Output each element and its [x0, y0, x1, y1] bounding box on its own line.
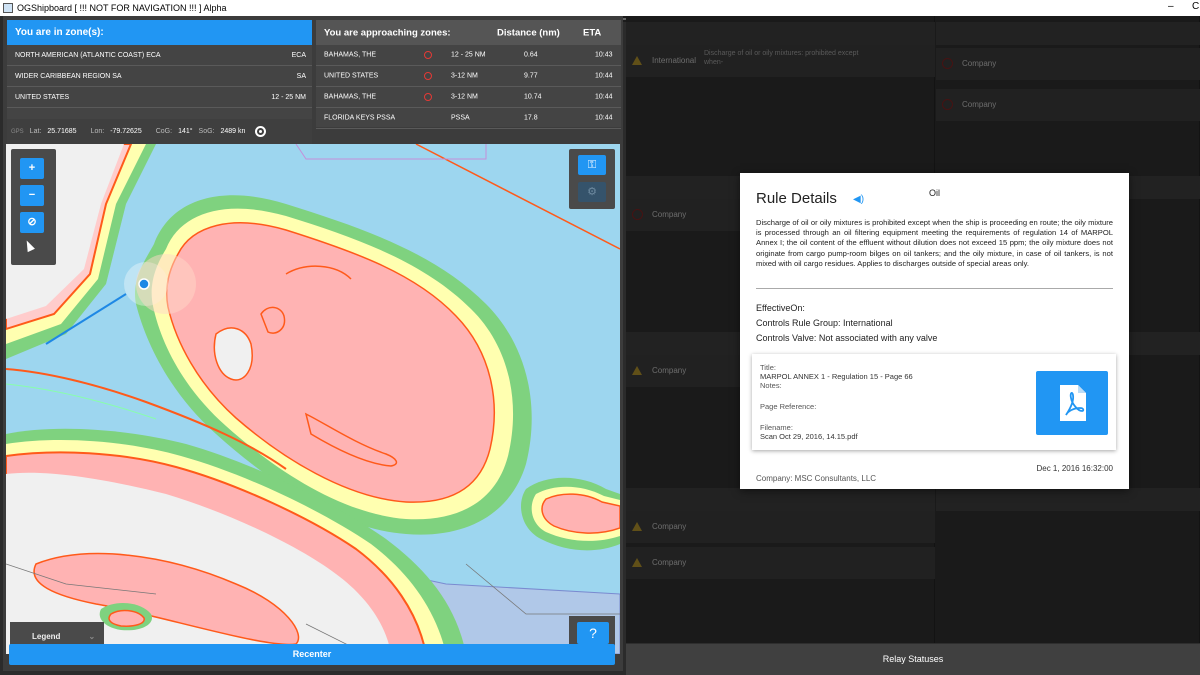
open-pdf-button[interactable] — [1036, 371, 1108, 435]
zone-row: WIDER CARIBBEAN REGION SA SA — [7, 66, 312, 87]
help-button[interactable]: ? — [577, 622, 609, 644]
controls-rule-group: Controls Rule Group: International — [756, 318, 893, 328]
window-titlebar: OGShipboard [ !!! NOT FOR NAVIGATION !!!… — [0, 0, 1200, 16]
recenter-button[interactable]: Recenter — [9, 644, 615, 665]
minimize-button[interactable]: – — [1168, 1, 1174, 12]
rule-date: Dec 1, 2016 16:32:00 — [1036, 464, 1113, 473]
location-target-icon[interactable] — [255, 126, 267, 137]
zoom-in-icon[interactable]: + — [20, 158, 44, 179]
window-title: OGShipboard [ !!! NOT FOR NAVIGATION !!!… — [17, 3, 227, 13]
gear-icon[interactable]: ⚙ — [578, 182, 606, 202]
close-button[interactable]: C — [1192, 1, 1199, 12]
chevron-down-icon: ⌄ — [88, 631, 96, 641]
speaker-icon[interactable]: ◀) — [853, 194, 864, 205]
current-zones-heading: You are in zone(s): — [7, 20, 312, 45]
lon-label: Lon: — [90, 128, 105, 135]
warning-icon — [424, 72, 432, 80]
rule-description: Discharge of oil or oily mixtures is pro… — [756, 218, 1113, 268]
document-filename: Scan Oct 29, 2016, 14.15.pdf — [760, 432, 858, 441]
key-icon[interactable]: ⚿ — [578, 155, 606, 175]
dialog-title: Rule Details — [756, 190, 837, 207]
approaching-row: BAHAMAS, THE 3-12 NM 10.74 10:44 — [316, 87, 621, 108]
current-zones-panel: You are in zone(s): NORTH AMERICAN (ATLA… — [7, 20, 312, 127]
map-pane: You are in zone(s): NORTH AMERICAN (ATLA… — [3, 16, 623, 671]
lat-value: 25.71685 — [47, 128, 77, 135]
controls-valve: Controls Valve: Not associated with any … — [756, 333, 938, 343]
sog-value: 2489 kn — [220, 128, 246, 135]
nautical-map[interactable]: + − ⊘ ⚿ ⚙ Legend ⌄ ? — [6, 144, 620, 654]
divider — [756, 288, 1113, 289]
warning-icon — [424, 93, 432, 101]
effective-on: EffectiveOn: — [756, 303, 805, 313]
zoom-out-icon[interactable]: − — [20, 185, 44, 206]
approaching-row: FLORIDA KEYS PSSA PSSA 17.8 10:44 — [316, 108, 621, 129]
approaching-row: BAHAMAS, THE 12 - 25 NM 0.64 10:43 — [316, 45, 621, 66]
vessel-position-icon — [138, 278, 150, 290]
cog-value: 141° — [178, 128, 193, 135]
warning-icon — [424, 51, 432, 59]
rule-category-tag: Oil — [929, 188, 940, 198]
sog-label: SoG: — [198, 128, 215, 135]
pointer-icon[interactable] — [23, 238, 35, 253]
relay-statuses-bar[interactable]: Relay Statuses — [626, 644, 1200, 675]
rule-details-dialog: Rule Details ◀) Oil Discharge of oil or … — [740, 173, 1129, 489]
reference-document-card: Title: MARPOL ANNEX 1 - Regulation 15 - … — [752, 354, 1116, 450]
approaching-row: UNITED STATES 3-12 NM 9.77 10:44 — [316, 66, 621, 87]
gps-status-bar: GPS Lat: 25.71685 Lon: -79.72625 CoG: 141° … — [7, 119, 312, 144]
map-key-panel: ⚿ ⚙ — [569, 149, 615, 209]
lat-label: Lat: — [29, 128, 42, 135]
approaching-header: You are approaching zones: Distance (nm)… — [316, 20, 621, 45]
rule-company: Company: MSC Consultants, LLC — [756, 474, 877, 483]
document-title: MARPOL ANNEX 1 - Regulation 15 - Page 66 — [760, 372, 913, 381]
legend-label: Legend — [32, 631, 61, 641]
compass-icon[interactable]: ⊘ — [20, 212, 44, 233]
map-tools-panel: + − ⊘ — [11, 149, 56, 265]
gps-icon: GPS — [11, 128, 24, 135]
map-canvas — [6, 144, 620, 654]
pdf-icon — [1060, 385, 1086, 421]
lon-value: -79.72625 — [110, 128, 142, 135]
zone-row: UNITED STATES 12 - 25 NM — [7, 87, 312, 108]
cog-label: CoG: — [155, 128, 173, 135]
app-icon — [3, 3, 13, 13]
zone-row: NORTH AMERICAN (ATLANTIC COAST) ECA ECA — [7, 45, 312, 66]
approaching-zones-panel: You are approaching zones: Distance (nm)… — [316, 20, 621, 129]
